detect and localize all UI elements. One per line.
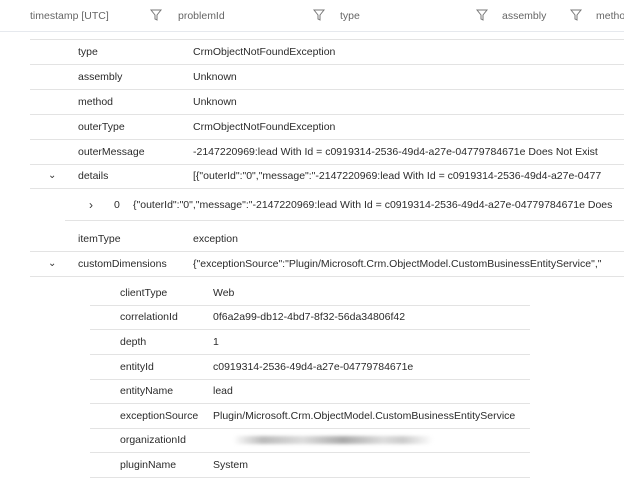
table-row: method Unknown xyxy=(30,90,624,115)
row-key: customDimensions xyxy=(78,258,167,270)
dimension-value: lead xyxy=(213,385,233,397)
row-key: outerMessage xyxy=(78,146,145,158)
table-row: outerMessage -2147220969:lead With Id = c… xyxy=(30,140,624,165)
dimension-value: 0f6a2a99-db12-4bd7-8f32-56da34806f42 xyxy=(213,311,406,323)
row-value: Unknown xyxy=(193,71,237,83)
table-row: assembly Unknown xyxy=(30,65,624,90)
row-key: itemType xyxy=(78,233,121,245)
custom-dimension-row: depth 1 xyxy=(90,330,530,355)
row-value: {"exceptionSource":"Plugin/Microsoft.Crm… xyxy=(193,258,602,270)
dimension-key: depth xyxy=(120,336,147,348)
custom-dimension-row: entityName lead xyxy=(90,379,530,404)
table-row: itemType exception xyxy=(30,227,624,252)
chevron-right-icon[interactable]: › xyxy=(89,198,93,212)
row-key: type xyxy=(78,46,98,58)
dimension-value: Web xyxy=(213,287,235,299)
redacted-organization-id xyxy=(233,436,433,444)
row-value: [{"outerId":"0","message":"-2147220969:l… xyxy=(193,170,602,182)
details-item-row[interactable]: › 0 {"outerId":"0","message":"-214722096… xyxy=(65,190,624,221)
table-row: type CrmObjectNotFoundException xyxy=(30,40,624,65)
dimension-key: clientType xyxy=(120,287,168,299)
row-value: Unknown xyxy=(193,96,237,108)
dimension-key: entityId xyxy=(120,361,154,373)
custom-dimension-row: pluginName System xyxy=(90,453,530,478)
dimension-value: System xyxy=(213,459,249,471)
table-row xyxy=(30,16,624,40)
dimension-key: organizationId xyxy=(120,434,186,446)
custom-dimension-row: exceptionSource Plugin/Microsoft.Crm.Obje… xyxy=(90,404,530,429)
row-key: method xyxy=(78,96,114,108)
row-value: -2147220969:lead With Id = c0919314-2536… xyxy=(193,146,598,158)
row-value: exception xyxy=(193,233,238,245)
chevron-down-icon[interactable]: ⌄ xyxy=(48,258,56,269)
custom-dimension-row: entityId c0919314-2536-49d4-a27e-04779784… xyxy=(90,355,530,380)
details-value: {"outerId":"0","message":"-2147220969:le… xyxy=(133,199,613,211)
table-row-custom-dimensions[interactable]: ⌄ customDimensions {"exceptionSource":"Plu… xyxy=(30,252,624,277)
table-row: outerType CrmObjectNotFoundException xyxy=(30,115,624,140)
dimension-key: entityName xyxy=(120,385,174,397)
dimension-key: pluginName xyxy=(120,459,177,471)
dimension-value: Plugin/Microsoft.Crm.ObjectModel.CustomB… xyxy=(213,410,516,422)
custom-dimension-row: correlationId 0f6a2a99-db12-4bd7-8f32-56d… xyxy=(90,305,530,330)
row-key: outerType xyxy=(78,121,125,133)
row-value: CrmObjectNotFoundException xyxy=(193,46,336,58)
dimension-value: 1 xyxy=(213,336,219,348)
row-value: CrmObjectNotFoundException xyxy=(193,121,336,133)
dimension-value: c0919314-2536-49d4-a27e-04779784671e xyxy=(213,361,414,373)
table-row-details[interactable]: ⌄ details [{"outerId":"0","message":"-2147… xyxy=(30,164,624,189)
row-key: assembly xyxy=(78,71,123,83)
row-key: details xyxy=(78,170,109,182)
dimension-key: correlationId xyxy=(120,311,178,323)
chevron-down-icon[interactable]: ⌄ xyxy=(48,170,56,181)
details-index: 0 xyxy=(114,199,120,211)
custom-dimension-row: clientType Web xyxy=(90,281,530,306)
dimension-key: exceptionSource xyxy=(120,410,199,422)
